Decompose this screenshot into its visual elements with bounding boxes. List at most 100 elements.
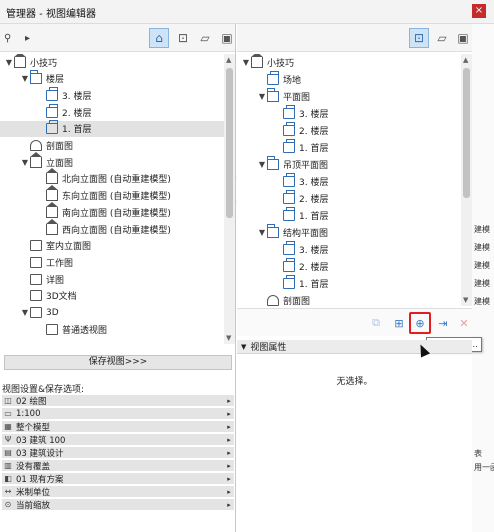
background-text: 建模 [474,243,490,252]
tree-item[interactable]: 南向立面图 (自动重建模型) [0,201,171,220]
expand-triangle-icon[interactable]: ▼ [257,228,267,237]
scroll-thumb[interactable] [463,68,470,198]
save-view-button[interactable]: 保存视图>>> [4,355,232,370]
layout-book-button-right[interactable]: ▱ [432,28,452,48]
view-setting-dropdown[interactable]: ▥ 没有覆盖 ▸ [2,460,234,472]
move-view-button[interactable]: ⇥ [434,314,452,332]
view-setting-value: 02 绘图 [16,396,47,407]
scroll-down-icon[interactable]: ▼ [226,334,231,342]
clone-view-button[interactable]: ⧉ [367,314,385,332]
tree-item-label: 2. 楼层 [299,194,329,205]
folder-icon [267,155,279,170]
delete-button[interactable]: ✕ [455,314,473,332]
tree-item-label: 室内立面图 [46,242,92,253]
background-text: 建模 [474,261,490,270]
tree-item[interactable]: 普通透视图 [0,321,107,337]
scroll-up-icon[interactable]: ▲ [226,56,231,64]
publisher-button[interactable]: ▣ [217,28,237,48]
view-setting-dropdown[interactable]: ▭ 1:100 ▸ [2,408,234,420]
story-icon [283,274,295,289]
expand-triangle-icon[interactable]: ▼ [257,92,267,101]
tree-item[interactable]: 2. 楼层 [0,103,91,120]
view-setting-dropdown[interactable]: ▦ 整个模型 ▸ [2,421,234,433]
view-setting-value: 03 建筑设计 [16,448,64,459]
close-button[interactable]: × [472,4,486,18]
background-text: 建模 [474,297,490,306]
tree-item[interactable]: 北向立面图 (自动重建模型) [0,168,171,187]
scroll-thumb[interactable] [226,68,233,218]
tree-item[interactable]: 2. 楼层 [237,257,328,274]
tree-item[interactable]: 工作图 [0,254,73,270]
tree-item[interactable]: 2. 楼层 [237,121,328,138]
tree-item[interactable]: 1. 首层 [237,274,329,291]
story-icon [283,138,295,153]
view-setting-dropdown[interactable]: ▤ 03 建筑设计 ▸ [2,447,234,459]
tree-item[interactable]: ▼ 结构平面图 [237,223,329,240]
tree-item[interactable]: 东向立面图 (自动重建模型) [0,185,171,204]
tree-item[interactable]: ▼ 平面图 [237,87,310,104]
view-map-button-right[interactable]: ⊡ [409,28,429,48]
view-map-button[interactable]: ⊡ [173,28,193,48]
expand-triangle-icon[interactable]: ▼ [20,158,30,167]
tree-item[interactable]: 详图 [0,271,64,287]
tree-item[interactable]: ▼ 立面图 [0,151,73,170]
view-setting-value: 整个模型 [16,422,51,433]
right-tree-scrollbar[interactable]: ▲ ▼ [461,54,472,306]
tree-item[interactable]: ▼ 小技巧 [0,54,57,70]
expand-triangle-icon[interactable]: ▼ [4,58,14,67]
view-setting-dropdown[interactable]: ↔ 米制单位 ▸ [2,486,234,498]
tree-item-label: 3. 楼层 [299,177,329,188]
tree-item[interactable]: 剖面图 [237,292,310,308]
tree-item[interactable]: 西向立面图 (自动重建模型) [0,218,171,237]
tree-item[interactable]: 3. 楼层 [237,172,329,189]
expand-triangle-icon[interactable]: ▼ [257,160,267,169]
publisher-button-right[interactable]: ▣ [453,28,473,48]
tree-item[interactable]: 1. 首层 [237,206,329,223]
new-folder-icon: ⊕ [415,316,425,330]
tree-item[interactable]: 3. 楼层 [0,86,91,103]
layout-book-button[interactable]: ▱ [195,28,215,48]
story-icon [283,172,295,187]
move-icon: ⇥ [438,316,448,330]
tree-item[interactable]: 2. 楼层 [237,189,329,206]
view-setting-dropdown[interactable]: ◧ 01 现有方案 ▸ [2,473,234,485]
tree-item[interactable]: 3. 楼层 [237,104,328,121]
tree-item[interactable]: ▼ 吊顶平面图 [237,155,329,172]
new-folder-button[interactable]: ⊕ [409,312,431,334]
view-setting-dropdown[interactable]: Ψ 03 建筑 100 ▸ [2,434,234,446]
tree-item-label: 吊顶平面图 [283,160,329,171]
view-setting-value: 当前缩放 [16,500,51,511]
expand-triangle-icon[interactable]: ▼ [20,308,30,317]
expand-triangle-icon[interactable]: ▼ [20,74,30,83]
tree-item[interactable]: 3. 楼层 [237,240,328,257]
project-map-button[interactable]: ⌂ [149,28,169,48]
tree-item[interactable]: 1. 首层 [0,120,224,137]
tree-item[interactable]: 场地 [237,70,301,87]
story-icon [283,121,295,136]
title-bar: 管理器 - 视图编辑器 × [0,0,494,24]
view-setting-value: 1:100 [16,408,41,419]
expand-triangle-icon[interactable]: ▼ [241,58,251,67]
tree-item[interactable]: ▼ 楼层 [0,70,65,87]
tree-item[interactable]: ▼ 小技巧 [237,54,294,70]
tree-item-label: 1. 首层 [299,211,329,222]
tree-item-label: 1. 首层 [299,279,329,290]
scroll-down-icon[interactable]: ▼ [463,296,468,304]
tree-item-label: 3D [46,307,59,318]
chevron-right-icon: ▸ [227,409,231,418]
view-setting-dropdown[interactable]: ⊙ 当前缩放 ▸ [2,499,234,511]
tree-item-label: 楼层 [46,75,65,86]
view-setting-dropdown[interactable]: ◫ 02 绘图 ▸ [2,395,234,407]
view-properties-header[interactable]: ▼ 视图属性 [237,340,472,354]
story-icon [283,240,295,255]
left-tree-scrollbar[interactable]: ▲ ▼ [224,54,235,344]
tree-item[interactable]: 1. 首层 [237,138,328,155]
scroll-up-icon[interactable]: ▲ [463,56,468,64]
new-view-button[interactable]: ⊞ [390,314,408,332]
tree-item[interactable]: ▼ 3D [0,305,59,321]
tree-item-label: 结构平面图 [283,228,329,239]
tree-item[interactable]: 室内立面图 [0,238,91,254]
tree-item[interactable]: 3D文档 [0,288,77,304]
project-map-dropdown[interactable]: ⚲ ▸ [4,30,30,46]
view-map-icon: ⊡ [177,31,189,45]
